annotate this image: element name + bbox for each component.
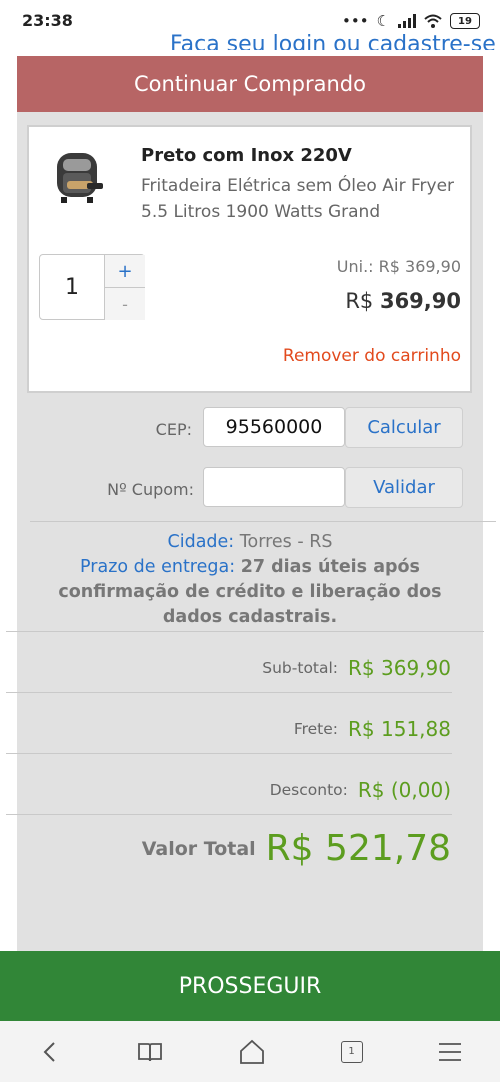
city-value: Torres - RS (239, 532, 333, 552)
line-total-value: 369,90 (379, 289, 461, 313)
total-value: R$ 521,78 (265, 828, 451, 869)
divider (6, 692, 452, 693)
product-image[interactable] (51, 145, 107, 211)
tabs-icon[interactable]: 1 (340, 1040, 363, 1063)
book-icon[interactable] (137, 1041, 163, 1063)
home-icon[interactable] (239, 1039, 265, 1065)
shipping-info: Cidade: Torres - RS Prazo de entrega: 27… (40, 530, 460, 630)
unit-price: Uni.: R$ 369,90 (336, 257, 461, 276)
city-label: Cidade: (167, 532, 235, 552)
product-name[interactable]: Fritadeira Elétrica sem Óleo Air Fryer 5… (141, 173, 461, 225)
navigation-bar: 1 (0, 1021, 500, 1082)
discount-row: Desconto: R$ (0,00) (270, 778, 451, 802)
discount-value: R$ (0,00) (357, 778, 451, 802)
back-icon[interactable] (38, 1040, 62, 1064)
login-link[interactable]: Faça seu login ou cadastre-se (170, 28, 496, 50)
freight-row: Frete: R$ 151,88 (294, 717, 451, 741)
freight-label: Frete: (293, 720, 339, 738)
freight-value: R$ 151,88 (348, 717, 451, 741)
subtotal-label: Sub-total: (262, 659, 339, 677)
quantity-increase-button[interactable]: + (105, 255, 145, 288)
total-row: Valor Total R$ 521,78 (142, 828, 451, 869)
line-total-currency: R$ (345, 289, 374, 313)
divider (30, 521, 496, 522)
coupon-label: Nº Cupom: (107, 480, 194, 499)
product-variant: Preto com Inox 220V (141, 145, 352, 166)
deadline-note: confirmação de crédito e liberação dos d… (58, 582, 442, 627)
menu-icon[interactable] (438, 1042, 462, 1062)
line-total: R$ 369,90 (345, 289, 461, 313)
battery-icon: 19 (450, 13, 480, 29)
deadline-value: 27 dias úteis após (240, 557, 420, 577)
divider (6, 631, 484, 632)
status-time: 23:38 (22, 11, 73, 30)
divider (6, 753, 452, 754)
total-label: Valor Total (141, 837, 256, 860)
cep-input[interactable]: 95560000 (203, 407, 345, 447)
divider (6, 814, 452, 815)
subtotal-value: R$ 369,90 (348, 656, 451, 680)
wifi-icon (424, 14, 442, 28)
signal-icon (398, 14, 416, 28)
cart-item-card: Preto com Inox 220V Fritadeira Elétrica … (27, 125, 472, 393)
cep-label: CEP: (155, 420, 192, 439)
quantity-input[interactable]: 1 (40, 255, 104, 319)
coupon-input[interactable] (203, 467, 345, 507)
tab-count: 1 (348, 1046, 355, 1057)
deadline-line: Prazo de entrega: 27 dias úteis após (40, 555, 460, 580)
city-line: Cidade: Torres - RS (40, 530, 460, 555)
calculate-shipping-button[interactable]: Calcular (345, 407, 463, 448)
remove-from-cart-link[interactable]: Remover do carrinho (283, 346, 461, 366)
continue-shopping-button[interactable]: Continuar Comprando (17, 56, 483, 112)
discount-label: Desconto: (269, 781, 348, 799)
deadline-label: Prazo de entrega: (80, 557, 236, 577)
subtotal-row: Sub-total: R$ 369,90 (262, 656, 451, 680)
quantity-buttons: + - (104, 255, 145, 320)
validate-coupon-button[interactable]: Validar (345, 467, 463, 508)
quantity-stepper: 1 + - (39, 254, 145, 320)
quantity-decrease-button[interactable]: - (105, 288, 145, 320)
proceed-button[interactable]: PROSSEGUIR (0, 951, 500, 1021)
